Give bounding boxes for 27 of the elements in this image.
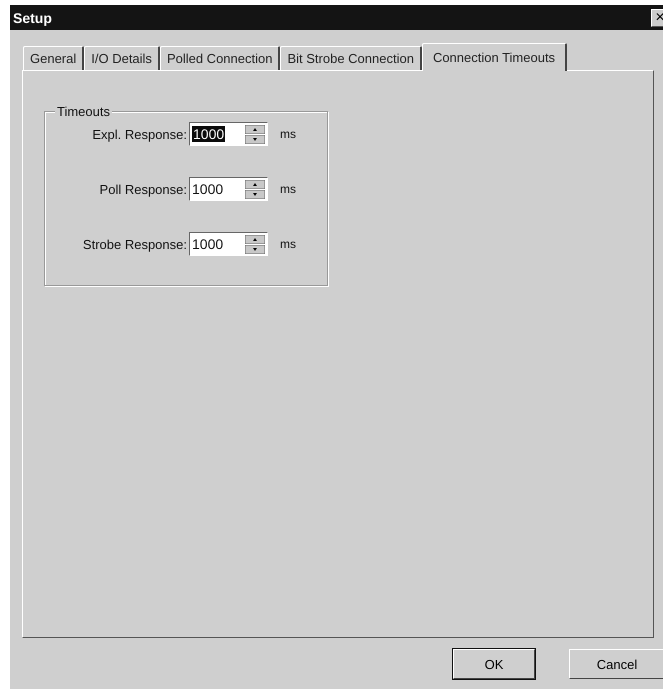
field-label: Poll Response: (98, 182, 188, 196)
field-label: Expl. Response: (91, 126, 188, 142)
tab[interactable]: Bit Strobe Connection (280, 46, 422, 70)
spin-up-icon[interactable] (245, 180, 265, 188)
tab[interactable]: I/O Details (84, 46, 160, 70)
tab[interactable]: General (23, 46, 84, 70)
spin-field[interactable]: 1000 (189, 122, 268, 146)
tab[interactable]: Polled Connection (160, 46, 280, 70)
spin-up-icon[interactable] (245, 234, 265, 244)
group-title: Timeouts (55, 104, 112, 119)
spin-down-icon[interactable] (245, 244, 265, 254)
spin-field[interactable]: 1000 (189, 177, 268, 201)
unit-label: ms (280, 127, 296, 141)
ok-button[interactable]: OK (453, 649, 535, 679)
field-label: Strobe Response: (82, 236, 188, 252)
spin-up-icon[interactable] (245, 124, 265, 134)
spin-field[interactable]: 1000 (189, 232, 268, 256)
unit-label: ms (280, 237, 296, 251)
window-title: Setup (12, 10, 52, 26)
field-value: 1000 (192, 126, 226, 142)
spin-down-icon[interactable] (245, 134, 265, 144)
field-value: 1000 (192, 236, 224, 252)
spin-down-icon[interactable] (245, 190, 265, 198)
tab[interactable]: Connection Timeouts (422, 43, 568, 71)
field-value: 1000 (192, 181, 224, 197)
unit-label: ms (280, 182, 296, 196)
cancel-button[interactable]: Cancel (569, 649, 663, 679)
